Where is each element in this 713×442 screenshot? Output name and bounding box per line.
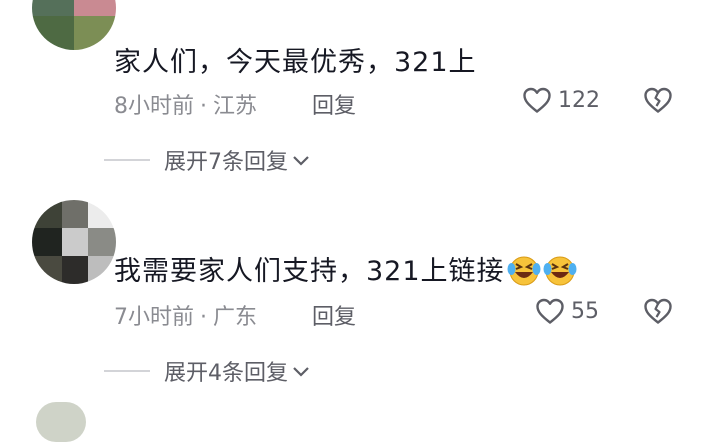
expand-replies-label: 展开4条回复: [164, 361, 288, 386]
meta-separator: ·: [200, 94, 207, 119]
reply-button[interactable]: 回复: [312, 88, 356, 120]
next-comment-avatar[interactable]: [36, 402, 86, 442]
avatar[interactable]: [32, 200, 116, 284]
like-button[interactable]: 55: [535, 297, 599, 325]
dislike-button[interactable]: [643, 86, 673, 118]
comment-meta: 7小时前 · 广东: [114, 299, 257, 331]
broken-heart-icon: [644, 87, 672, 113]
comment-text: 家人们，今天最优秀，321上: [114, 47, 477, 78]
chevron-down-icon: [293, 156, 309, 166]
laughing-crying-emoji-icon: [543, 256, 577, 286]
heart-outline-icon: [536, 298, 564, 324]
dislike-button[interactable]: [643, 297, 673, 329]
meta-separator: ·: [200, 305, 207, 330]
like-count: 122: [558, 87, 600, 113]
expand-divider: [104, 370, 150, 372]
avatar[interactable]: [32, 0, 116, 50]
comment-location: 江苏: [213, 94, 258, 119]
like-count: 55: [571, 298, 599, 324]
comment-meta: 8小时前 · 江苏: [114, 88, 257, 120]
expand-replies-button[interactable]: 展开7条回复: [104, 144, 310, 176]
comment-time: 7小时前: [114, 305, 194, 330]
comment-location: 广东: [213, 305, 258, 330]
comment-time: 8小时前: [114, 94, 194, 119]
broken-heart-icon: [644, 298, 672, 324]
chevron-down-icon: [293, 367, 309, 377]
heart-outline-icon: [523, 87, 551, 113]
like-button[interactable]: 122: [522, 86, 600, 114]
comment-text: 我需要家人们支持，321上链接: [114, 249, 577, 288]
expand-divider: [104, 159, 150, 161]
comment-text-body: 我需要家人们支持，321上链接: [114, 256, 505, 287]
expand-replies-button[interactable]: 展开4条回复: [104, 355, 310, 387]
reply-button[interactable]: 回复: [312, 299, 356, 331]
expand-replies-label: 展开7条回复: [164, 150, 288, 175]
laughing-crying-emoji-icon: [507, 256, 541, 286]
